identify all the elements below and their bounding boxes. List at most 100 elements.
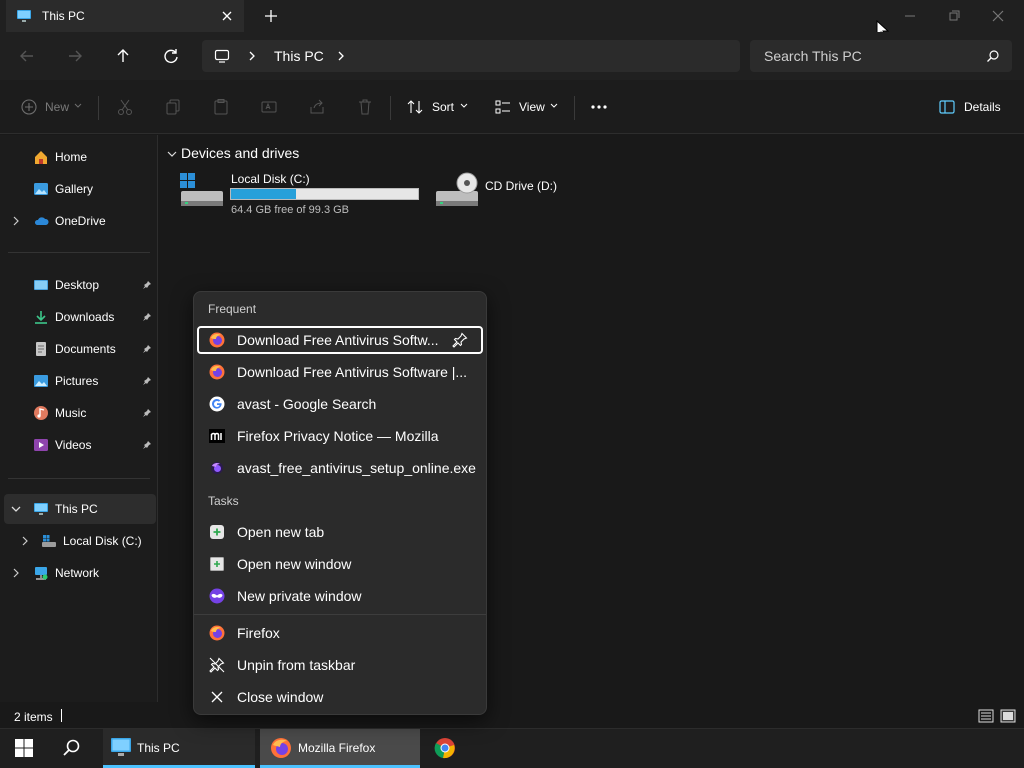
video-icon [33,437,49,453]
chevron-down-icon [460,103,468,109]
jump-list-item-label: avast_free_antivirus_setup_online.exe [237,460,476,476]
taskbar-firefox-label: Mozilla Firefox [298,741,376,755]
sidebar-label-onedrive: OneDrive [55,214,106,228]
chevron-right-icon[interactable] [336,50,346,62]
sidebar-label-desktop: Desktop [55,278,100,292]
private-window-icon [209,588,225,604]
pin-icon [142,440,152,450]
view-button[interactable]: View [519,100,545,114]
tab-title: This PC [42,9,85,23]
sidebar-label-downloads: Downloads [55,310,115,324]
jump-list-item-label: Download Free Antivirus Software |... [237,364,468,380]
firefox-icon [270,737,292,759]
chevron-down-icon[interactable] [10,504,22,514]
chevron-right-icon[interactable] [11,567,21,579]
more-options-icon[interactable] [590,98,608,116]
sidebar-label-local-disk: Local Disk (C:) [63,534,142,548]
restore-icon[interactable] [942,4,966,28]
sidebar-label-documents: Documents [55,342,116,356]
monitor-icon [214,48,230,64]
pin-icon[interactable] [452,332,468,348]
item-count: 2 items [14,710,53,724]
sidebar-label-pictures: Pictures [55,374,99,388]
drive-c-usage-fill [231,189,297,199]
back-arrow-icon[interactable] [13,42,41,70]
windows-start-icon[interactable] [14,738,34,758]
sidebar-label-home: Home [55,150,88,164]
share-icon[interactable] [308,98,326,116]
chrome-icon[interactable] [434,737,456,759]
local-disk-drive-icon[interactable] [178,171,224,209]
tiles-view-icon[interactable] [1000,708,1016,724]
drive-c-label[interactable]: Local Disk (C:) [231,172,310,186]
details-pane-icon[interactable] [938,98,956,116]
download-icon [33,309,49,325]
close-icon [209,689,225,705]
sidebar-divider [8,252,150,253]
unpin-icon [209,657,225,673]
pc-icon [33,501,49,517]
new-tab-plus-icon[interactable] [262,7,280,25]
delete-icon[interactable] [356,98,374,116]
close-tab-icon[interactable] [218,7,236,25]
toolbar-divider [574,96,575,120]
sidebar-divider [8,478,150,479]
details-view-icon[interactable] [978,708,994,724]
gallery-icon [33,181,49,197]
firefox-icon [209,332,225,348]
jump-list-item-label: Close window [237,689,324,705]
firefox-icon [209,364,225,380]
cloud-icon [33,213,49,229]
details-button[interactable]: Details [964,100,1001,114]
picture-icon [33,373,49,389]
jump-list-item-label: Open new window [237,556,352,572]
pin-icon [142,312,152,322]
chevron-right-icon[interactable] [11,215,21,227]
breadcrumb-this-pc[interactable]: This PC [274,48,324,64]
new-tab-icon [209,524,225,540]
chevron-down-icon[interactable] [166,149,178,159]
cd-drive-icon[interactable] [433,171,479,209]
pc-icon [110,737,132,757]
drive-d-label[interactable]: CD Drive (D:) [485,179,557,193]
sidebar-label-videos: Videos [55,438,92,452]
jump-list-item-label: Firefox [237,625,280,641]
chevron-right-icon[interactable] [20,535,30,547]
window-close-icon[interactable] [986,4,1010,28]
paste-icon[interactable] [212,98,230,116]
jump-list-tasks-header: Tasks [208,494,239,508]
taskbar-search-icon[interactable] [62,738,82,758]
new-plus-icon[interactable] [20,98,38,116]
toolbar-divider [390,96,391,120]
copy-icon[interactable] [164,98,182,116]
forward-arrow-icon[interactable] [61,42,89,70]
new-button[interactable]: New [45,100,69,114]
firefox-nightly-icon [209,460,225,476]
drive-icon [41,533,57,549]
drive-c-usage-bar [230,188,419,200]
cut-icon[interactable] [116,98,134,116]
minimize-icon[interactable] [898,4,922,28]
sort-button[interactable]: Sort [432,100,454,114]
sidebar-label-gallery: Gallery [55,182,94,196]
desktop-icon [33,277,49,293]
jump-list-item-label: Firefox Privacy Notice — Mozilla [237,428,439,444]
jump-list-item-label: Open new tab [237,524,325,540]
refresh-icon[interactable] [157,42,185,70]
sort-arrows-icon[interactable] [406,98,424,116]
rename-icon[interactable] [260,98,278,116]
command-bar [0,80,1024,134]
firefox-icon [209,625,225,641]
section-devices-and-drives[interactable]: Devices and drives [181,145,299,161]
chevron-right-icon[interactable] [247,50,257,62]
pin-icon [142,408,152,418]
up-arrow-icon[interactable] [109,42,137,70]
sidebar-label-network: Network [55,566,100,580]
chevron-down-icon [550,103,558,109]
view-list-icon[interactable] [494,98,512,116]
new-window-icon [209,556,225,572]
search-icon[interactable] [986,49,1000,63]
pin-icon [142,280,152,290]
jump-list-item-label: New private window [237,588,362,604]
pin-icon [142,344,152,354]
